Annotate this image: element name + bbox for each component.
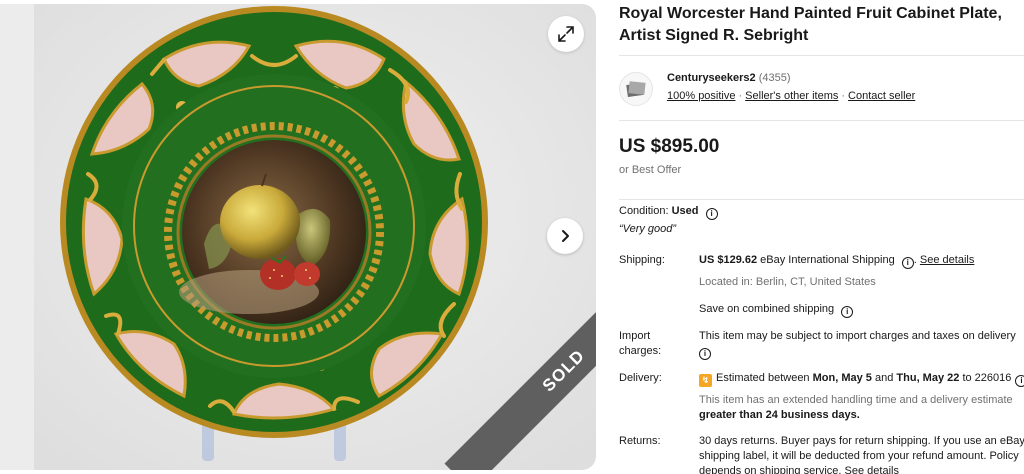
shipping-label: Shipping:	[619, 254, 665, 266]
expand-image-button[interactable]	[548, 16, 584, 52]
returns-line-1: 30 days returns. Buyer pays for return s…	[699, 435, 1024, 447]
import-charges-text: This item may be subject to import charg…	[699, 330, 1016, 342]
info-icon[interactable]: i	[841, 306, 854, 318]
contact-seller-link[interactable]: Contact seller	[848, 90, 915, 102]
item-price: US $895.00	[619, 136, 720, 157]
combined-shipping-text: Save on combined shipping	[699, 303, 835, 315]
seller-positive-link[interactable]: 100% positive	[667, 90, 736, 102]
item-location: Located in: Berlin, CT, United States	[699, 276, 876, 288]
seller-other-items-link[interactable]: Seller's other items	[745, 90, 838, 102]
delivery-row: Delivery: ↯ Estimated between Mon, May 5 …	[619, 371, 1024, 423]
separator: ·	[738, 90, 743, 102]
shipping-row: Shipping: US $129.62 eBay International …	[619, 253, 1024, 323]
handling-time-bold: greater than 24 business days.	[699, 409, 860, 421]
listing-title-text: Royal Worcester Hand Painted Fruit Cabin…	[619, 5, 1002, 44]
returns-see-details-link[interactable]: See details	[845, 465, 899, 474]
chevron-right-icon	[562, 230, 569, 242]
divider	[619, 199, 1024, 200]
returns-row: Returns: 30 days returns. Buyer pays for…	[619, 434, 1024, 474]
separator: ·	[841, 90, 846, 102]
seller-feedback-count: (4355)	[758, 72, 791, 84]
delivery-and: and	[874, 372, 894, 384]
image-gallery[interactable]: SOLD	[34, 4, 596, 470]
info-icon[interactable]: i	[1015, 375, 1024, 387]
info-icon[interactable]: i	[705, 208, 718, 220]
info-icon[interactable]: i	[699, 348, 711, 360]
condition-value: Used	[671, 205, 699, 217]
seller-card: Centuryseekers2 (4355) 100% positive · Sel…	[619, 70, 1024, 118]
expand-icon	[558, 26, 574, 42]
returns-label: Returns:	[619, 435, 661, 447]
item-details-panel: Royal Worcester Hand Painted Fruit Cabin…	[619, 0, 1024, 474]
seller-name[interactable]: Centuryseekers2	[667, 72, 756, 84]
delivery-zip: to 226016	[962, 372, 1012, 384]
divider	[619, 120, 1024, 121]
seller-avatar[interactable]	[619, 72, 653, 106]
best-offer-label: or Best Offer	[619, 164, 682, 176]
listing-title: Royal Worcester Hand Painted Fruit Cabin…	[619, 3, 1024, 47]
condition-row: Condition: Used i “Very good”	[619, 204, 1024, 240]
delivery-prefix: Estimated between	[716, 372, 810, 384]
handling-time-text: This item has an extended handling time …	[699, 394, 1013, 406]
returns-line-2: shipping label, it will be deducted from…	[699, 450, 1019, 462]
delivery-start-date: Mon, May 5	[812, 372, 872, 384]
delivery-end-date: Thu, May 22	[896, 372, 960, 384]
shipping-service: eBay International Shipping	[760, 254, 895, 266]
condition-note: “Very good”	[619, 223, 677, 235]
import-charges-label: Import charges:	[619, 330, 662, 357]
fast-delivery-icon: ↯	[699, 374, 712, 387]
delivery-label: Delivery:	[619, 372, 662, 384]
info-icon[interactable]: i	[901, 257, 914, 269]
returns-line-3: depends on shipping service.	[699, 465, 842, 474]
seller-logo-icon	[626, 81, 646, 97]
shipping-see-details-link[interactable]: See details	[920, 254, 974, 266]
condition-label: Condition:	[619, 205, 669, 217]
gallery-thumb-strip	[0, 4, 34, 470]
import-charges-row: Import charges: This item may be subject…	[619, 329, 1024, 361]
shipping-price: US $129.62	[699, 254, 758, 266]
divider	[619, 55, 1024, 56]
next-image-button[interactable]	[547, 218, 583, 254]
